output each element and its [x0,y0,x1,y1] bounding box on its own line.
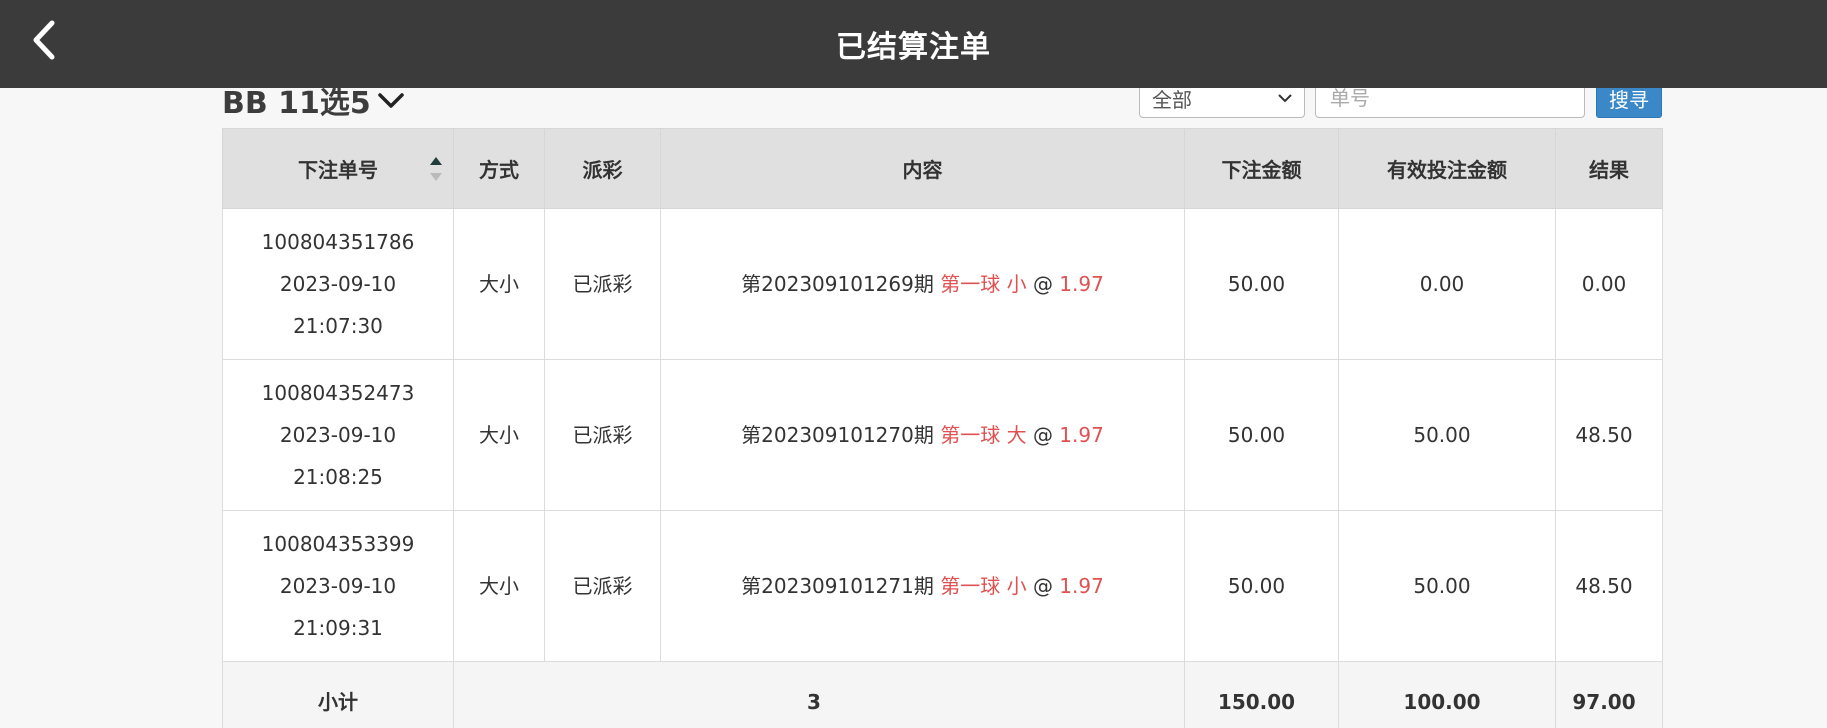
order-number: 100804353399 [261,532,415,556]
cell-valid-amount: 0.00 [1338,208,1556,360]
col-header-valid-amount: 有效投注金额 [1338,128,1556,209]
table-row: 100804352473 2023-09-10 21:08:25 大小 已派彩 … [222,359,1663,511]
subtotal-valid-amount: 100.00 [1338,661,1556,728]
bet-ball: 第一球 [940,574,1001,598]
cell-bet-amount: 50.00 [1184,359,1339,511]
cell-valid-amount: 50.00 [1338,510,1556,662]
table-row: 100804351786 2023-09-10 21:07:30 大小 已派彩 … [222,208,1663,360]
cell-order-no: 100804352473 2023-09-10 21:08:25 [222,359,454,511]
cell-content: 第202309101271期 第一球 小 @ 1.97 [660,510,1185,662]
subtotal-result: 97.00 [1555,661,1663,728]
bet-odds: 1.97 [1059,423,1104,447]
order-number: 100804351786 [261,230,415,254]
bet-pick: 小 [1006,272,1027,296]
subtotal-row: 小计 3 150.00 100.00 97.00 [222,661,1663,728]
bet-ball: 第一球 [940,272,1001,296]
cell-method: 大小 [453,208,545,360]
page-title: 已结算注单 [836,30,991,65]
cell-order-no: 100804351786 2023-09-10 21:07:30 [222,208,454,360]
bet-ball: 第一球 [940,423,1001,447]
bet-at: @ [1032,423,1053,447]
cell-content: 第202309101269期 第一球 小 @ 1.97 [660,208,1185,360]
col-header-content: 内容 [660,128,1185,209]
order-date: 2023-09-10 [279,423,397,447]
col-header-status: 派彩 [544,128,661,209]
bet-period: 第202309101270期 [741,423,934,447]
subtotal-count: 3 [453,661,1185,728]
col-header-method: 方式 [453,128,545,209]
top-bar: 已结算注单 [0,0,1827,88]
bets-table: 下注单号 方式 派彩 内容 下注金额 有效投注金额 结果 10080435178… [222,128,1663,728]
bet-pick: 大 [1006,423,1027,447]
bet-pick: 小 [1006,574,1027,598]
cell-result: 0.00 [1555,208,1663,360]
col-header-bet-amount: 下注金额 [1184,128,1339,209]
order-time: 21:08:25 [293,465,383,489]
bet-period: 第202309101269期 [741,272,934,296]
cell-valid-amount: 50.00 [1338,359,1556,511]
cell-status: 已派彩 [544,208,661,360]
cell-order-no: 100804353399 2023-09-10 21:09:31 [222,510,454,662]
order-date: 2023-09-10 [279,574,397,598]
cell-content: 第202309101270期 第一球 大 @ 1.97 [660,359,1185,511]
cell-method: 大小 [453,359,545,511]
order-time: 21:09:31 [293,616,383,640]
settled-bets-page: 已结算注单 BB 11选5 全部 搜寻 [0,0,1827,728]
cell-bet-amount: 50.00 [1184,510,1339,662]
select-arrow-icon [1278,94,1292,103]
bet-at: @ [1032,272,1053,296]
order-number: 100804352473 [261,381,415,405]
bet-at: @ [1032,574,1053,598]
bet-odds: 1.97 [1059,272,1104,296]
cell-status: 已派彩 [544,359,661,511]
cell-bet-amount: 50.00 [1184,208,1339,360]
col-header-order-no[interactable]: 下注单号 [222,128,454,209]
sort-icon[interactable] [429,155,443,183]
cell-method: 大小 [453,510,545,662]
table-header-row: 下注单号 方式 派彩 内容 下注金额 有效投注金额 结果 [222,128,1663,209]
cell-result: 48.50 [1555,510,1663,662]
order-date: 2023-09-10 [279,272,397,296]
subtotal-label: 小计 [222,661,454,728]
col-header-result: 结果 [1555,128,1663,209]
chevron-down-icon [378,93,404,108]
cell-result: 48.50 [1555,359,1663,511]
order-time: 21:07:30 [293,314,383,338]
cell-status: 已派彩 [544,510,661,662]
bet-period: 第202309101271期 [741,574,934,598]
bet-odds: 1.97 [1059,574,1104,598]
table-row: 100804353399 2023-09-10 21:09:31 大小 已派彩 … [222,510,1663,662]
subtotal-bet-amount: 150.00 [1184,661,1339,728]
